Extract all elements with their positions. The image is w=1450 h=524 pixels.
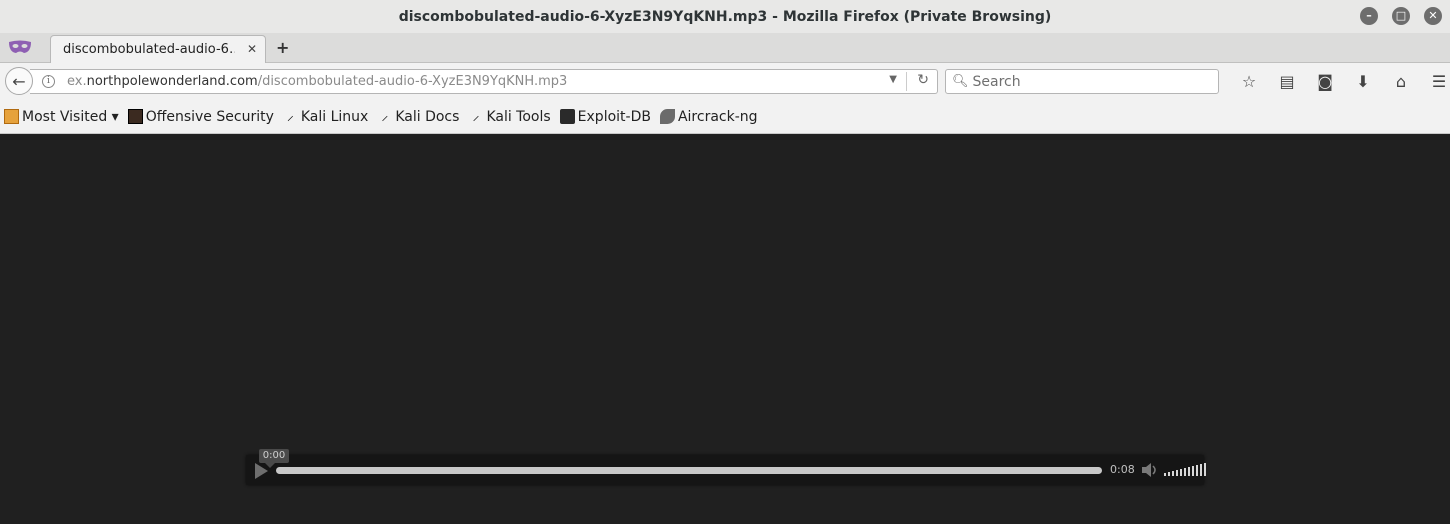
volume-bar — [1196, 465, 1198, 476]
volume-bar — [1168, 472, 1170, 476]
private-browsing-icon — [9, 40, 31, 53]
maximize-button[interactable]: □ — [1392, 7, 1410, 25]
bookmark-star-icon[interactable]: ☆ — [1230, 72, 1268, 91]
home-icon[interactable]: ⌂ — [1382, 72, 1420, 91]
tab-active[interactable]: discombobulated-audio-6… ✕ — [50, 35, 266, 63]
volume-bar — [1180, 469, 1182, 476]
new-tab-button[interactable]: + — [276, 38, 289, 57]
back-arrow-icon: ← — [12, 71, 26, 91]
bookmark-label: Most Visited ▾ — [22, 108, 119, 125]
url-separator — [906, 72, 907, 91]
reload-icon[interactable]: ↻ — [917, 72, 929, 88]
tab-strip: discombobulated-audio-6… ✕ + — [0, 33, 1450, 63]
url-host: northpolewonderland.com — [86, 74, 258, 89]
bookmark-most-visited[interactable]: Most Visited ▾ — [4, 109, 119, 125]
volume-bar — [1184, 468, 1186, 476]
volume-bar — [1164, 473, 1166, 476]
duration-label: 0:08 — [1110, 463, 1135, 476]
volume-bar — [1176, 470, 1178, 476]
audio-player: 0:00 0:08 — [246, 449, 1206, 485]
page-content: 0:00 0:08 — [0, 135, 1450, 524]
back-button[interactable]: ← — [5, 67, 33, 95]
url-bar[interactable]: i ex.northpolewonderland.com/discombobul… — [30, 69, 938, 94]
bookmark-label: Offensive Security — [145, 108, 274, 125]
kali-icon: ⸝ — [381, 108, 389, 124]
close-tab-icon[interactable]: ✕ — [247, 42, 257, 56]
url-text[interactable]: ex.northpolewonderland.com/discombobulat… — [67, 74, 567, 89]
bookmark-aircrack-ng[interactable]: Aircrack-ng — [659, 108, 758, 125]
window-controls: – □ ✕ — [1360, 7, 1442, 25]
offsec-icon — [127, 109, 143, 124]
folder-icon — [4, 109, 19, 124]
kali-icon: ⸝ — [472, 108, 480, 124]
bookmark-offensive-security[interactable]: Offensive Security — [127, 108, 274, 125]
volume-bar — [1204, 463, 1206, 476]
progress-bar[interactable] — [276, 467, 1102, 474]
volume-bar — [1188, 467, 1190, 476]
volume-bar — [1172, 471, 1174, 476]
volume-bar — [1192, 466, 1194, 476]
search-input[interactable] — [972, 73, 1213, 90]
mute-icon[interactable] — [1140, 462, 1158, 478]
bookmark-label: Kali Linux — [300, 108, 369, 125]
reading-list-icon[interactable]: ▤ — [1268, 72, 1306, 91]
aircrack-icon — [659, 109, 675, 124]
volume-slider[interactable] — [1164, 463, 1206, 476]
url-path: /discombobulated-audio-6-XyzE3N9YqKNH.mp… — [257, 74, 568, 89]
bookmark-label: Aircrack-ng — [677, 108, 758, 125]
tab-label: discombobulated-audio-6… — [63, 42, 235, 57]
pocket-icon[interactable]: ◙ — [1306, 72, 1344, 91]
minimize-button[interactable]: – — [1360, 7, 1378, 25]
search-bar[interactable]: 🔍︎ — [945, 69, 1219, 94]
download-icon[interactable]: ⬇ — [1344, 72, 1382, 91]
window-titlebar: discombobulated-audio-6-XyzE3N9YqKNH.mp3… — [0, 0, 1450, 33]
window-title: discombobulated-audio-6-XyzE3N9YqKNH.mp3… — [398, 8, 1052, 25]
bookmark-label: Kali Tools — [486, 108, 551, 125]
kali-icon: ⸝ — [286, 108, 294, 124]
bookmark-exploit-db[interactable]: Exploit-DB — [559, 108, 651, 125]
volume-bar — [1200, 464, 1202, 476]
url-prefix: ex. — [67, 74, 87, 89]
menu-icon[interactable]: ☰ — [1420, 72, 1450, 91]
toolbar-icons: ☆ ▤ ◙ ⬇ ⌂ ☰ — [1230, 72, 1450, 91]
bookmark-label: Kali Docs — [395, 108, 460, 125]
bookmarks-toolbar: Most Visited ▾ Offensive Security ⸝ Kali… — [0, 100, 1450, 134]
bookmark-label: Exploit-DB — [577, 108, 651, 125]
site-info-icon[interactable]: i — [42, 75, 55, 88]
current-time-tooltip: 0:00 — [259, 449, 289, 468]
navigation-bar: i ex.northpolewonderland.com/discombobul… — [0, 63, 1450, 100]
bookmark-kali-tools[interactable]: ⸝ Kali Tools — [468, 109, 550, 125]
bookmark-kali-linux[interactable]: ⸝ Kali Linux — [283, 109, 368, 125]
url-dropdown-icon[interactable]: ▼ — [889, 74, 897, 85]
search-icon: 🔍︎ — [952, 74, 969, 89]
bookmark-kali-docs[interactable]: ⸝ Kali Docs — [377, 109, 459, 125]
close-button[interactable]: ✕ — [1424, 7, 1442, 25]
exploitdb-icon — [559, 109, 575, 124]
